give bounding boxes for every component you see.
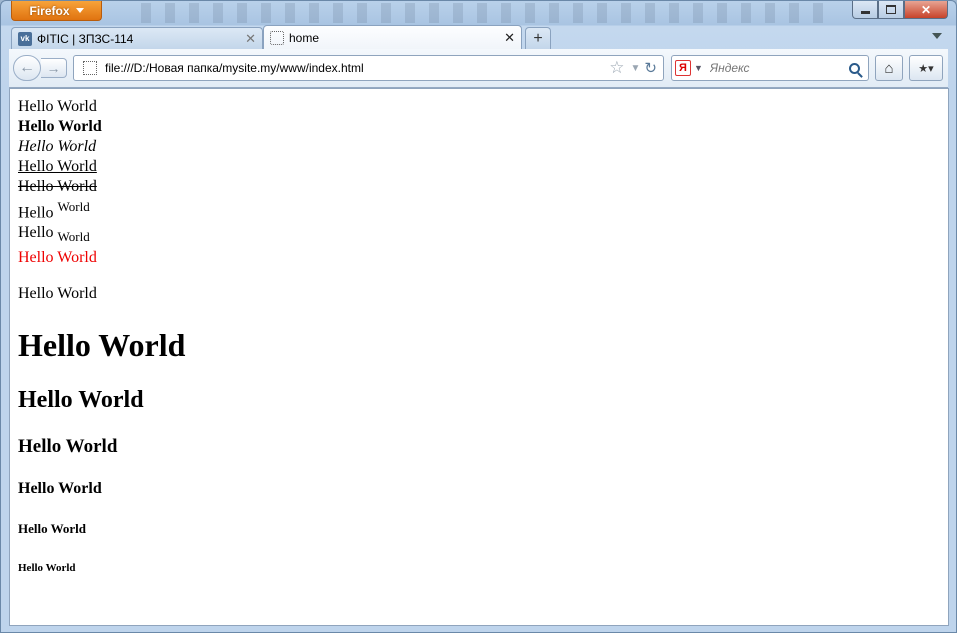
bookmarks-icon: ★▾ [918,62,934,75]
minimize-button[interactable] [852,1,878,19]
page-viewport: Hello World Hello World Hello World Hell… [9,88,949,626]
url-input[interactable] [105,61,610,75]
paragraph: Hello World [18,284,97,302]
search-icon[interactable] [849,62,860,74]
firefox-menu-button[interactable]: Firefox [11,1,102,21]
plus-icon: + [533,29,543,47]
tab-strip: vk ФІТІС | ЗПЗС-114 ✕ home ✕ + [11,25,948,49]
close-icon: ✕ [920,2,932,17]
firefox-menu-label: Firefox [29,3,70,18]
underline-text: Hello World [18,158,97,175]
forward-arrow-icon: → [46,60,61,76]
maximize-button[interactable] [878,1,904,19]
italic-text: Hello World [18,138,97,155]
bookmark-star-icon[interactable]: ☆ [609,58,624,78]
red-text: Hello World [18,248,97,266]
superscript-text: World [57,199,90,214]
subscript-line: Hello World [18,223,940,247]
back-arrow-icon: ← [19,59,35,76]
bold-text: Hello World [18,118,102,135]
history-dropdown-icon[interactable]: ▼ [631,63,641,74]
blank-page-icon [270,30,284,45]
close-window-button[interactable]: ✕ [904,1,948,19]
new-tab-button[interactable]: + [525,27,551,49]
site-identity-icon[interactable] [83,61,97,75]
heading-1: Hello World [18,326,186,363]
heading-4: Hello World [18,479,102,497]
page-content: Hello World Hello World Hello World Hell… [18,97,940,600]
title-bar [141,3,831,23]
forward-button[interactable]: → [41,58,67,78]
chevron-down-icon [75,8,84,13]
back-button[interactable]: ← [13,55,41,81]
maximize-icon [886,5,896,14]
superscript-base: Hello [18,204,54,222]
url-bar[interactable]: ☆ ▼ ↻ [73,55,664,81]
tab-vk[interactable]: vk ФІТІС | ЗПЗС-114 ✕ [11,27,263,49]
tab-home[interactable]: home ✕ [263,25,522,49]
browser-window: Firefox ✕ vk ФІТІС | ЗПЗС-114 ✕ home ✕ +… [0,0,957,633]
heading-3: Hello World [18,435,118,457]
search-engine-dropdown-icon[interactable]: ▼ [694,63,703,73]
subscript-text: World [57,229,90,245]
window-controls: ✕ [852,1,948,19]
search-input[interactable] [707,60,849,76]
strikethrough-text: Hello World [18,178,97,195]
list-all-tabs-icon[interactable] [932,33,942,39]
tab-close-icon[interactable]: ✕ [504,30,515,46]
plain-text: Hello World [18,98,97,115]
superscript-line: Hello World [18,197,940,223]
subscript-base: Hello [18,224,54,242]
minimize-icon [860,11,870,14]
reload-icon[interactable]: ↻ [644,59,657,77]
tab-close-icon[interactable]: ✕ [245,31,256,47]
search-bar[interactable]: Я ▼ [671,55,869,81]
home-button[interactable]: ⌂ [875,55,903,81]
yandex-icon[interactable]: Я [675,60,691,76]
bookmarks-button[interactable]: ★▾ [909,55,943,81]
heading-6: Hello World [18,561,76,574]
tab-label: ФІТІС | ЗПЗС-114 [37,31,134,46]
tab-label: home [289,30,320,45]
heading-5: Hello World [18,520,87,536]
vk-icon: vk [18,31,32,46]
navigation-toolbar: ← → ☆ ▼ ↻ Я ▼ ⌂ ★▾ [9,49,948,88]
home-icon: ⌂ [884,59,894,77]
back-forward-group: ← → [13,55,67,81]
heading-2: Hello World [18,386,144,413]
